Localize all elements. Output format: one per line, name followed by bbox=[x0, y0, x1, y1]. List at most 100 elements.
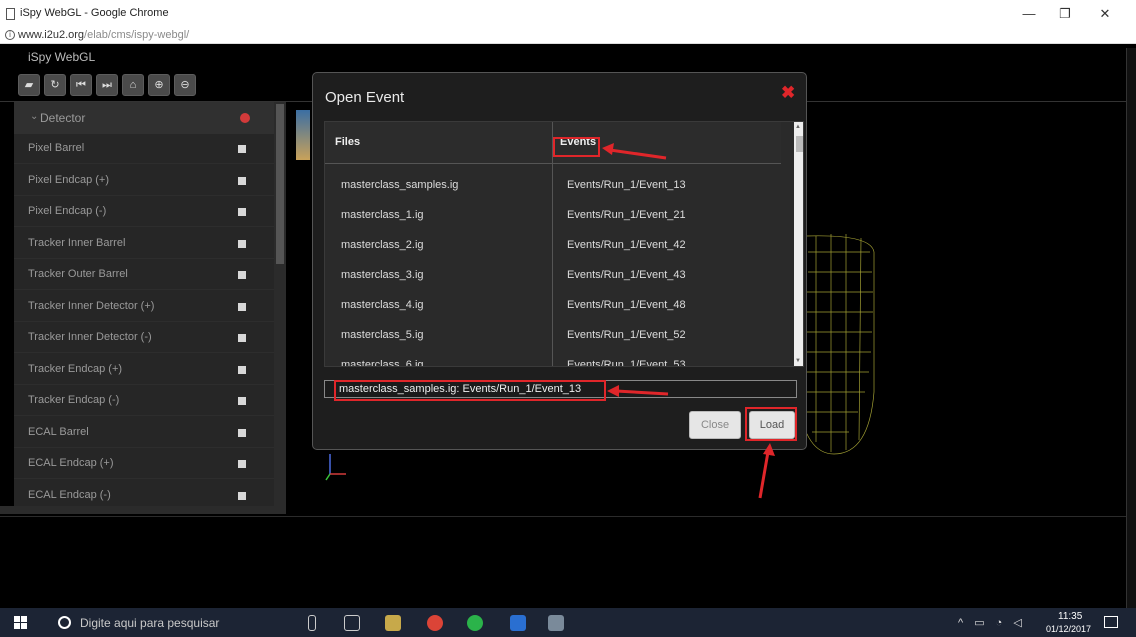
cortana-icon[interactable] bbox=[58, 616, 71, 629]
detector-section-header[interactable]: ⌄ Detector bbox=[14, 102, 274, 134]
detector-item[interactable]: Tracker Inner Detector (+) bbox=[14, 292, 274, 322]
url-text[interactable]: www.i2u2.org/elab/cms/ispy-webgl/ bbox=[18, 29, 189, 41]
detector-item[interactable]: Pixel Barrel bbox=[14, 134, 274, 164]
zoom-in-icon[interactable]: ⊕ bbox=[148, 74, 170, 96]
visibility-checkbox[interactable] bbox=[238, 239, 246, 248]
visibility-checkbox[interactable] bbox=[238, 208, 246, 216]
reload-icon[interactable]: ↻ bbox=[44, 74, 66, 96]
detector-item[interactable]: Tracker Endcap (+) bbox=[14, 355, 274, 385]
event-row-label: Events/Run_1/Event_48 bbox=[567, 299, 686, 311]
microphone-icon[interactable] bbox=[308, 615, 316, 631]
event-row[interactable]: Events/Run_1/Event_43 bbox=[553, 262, 781, 292]
visibility-checkbox[interactable] bbox=[238, 334, 246, 342]
url-path: /elab/cms/ispy-webgl/ bbox=[84, 29, 190, 41]
visibility-checkbox[interactable] bbox=[238, 176, 246, 185]
system-tray[interactable]: ^ ▭ ◔ ◁ bbox=[958, 616, 1026, 629]
visibility-checkbox[interactable] bbox=[238, 397, 246, 405]
visibility-checkbox[interactable] bbox=[238, 271, 246, 279]
detector-item-label: Pixel Endcap (-) bbox=[28, 205, 107, 217]
file-row[interactable]: masterclass_1.ig bbox=[325, 202, 553, 232]
sidebar-scrollbar[interactable] bbox=[274, 102, 286, 506]
file-row-label: masterclass_2.ig bbox=[341, 239, 424, 251]
event-row[interactable]: Events/Run_1/Event_42 bbox=[553, 232, 781, 262]
scroll-down-icon[interactable]: ▼ bbox=[795, 358, 801, 364]
task-view-icon[interactable] bbox=[344, 615, 360, 631]
visibility-checkbox[interactable] bbox=[238, 491, 246, 500]
first-event-icon[interactable]: ⏮ bbox=[70, 74, 92, 96]
file-row[interactable]: masterclass_2.ig bbox=[325, 232, 553, 262]
detector-item[interactable]: ECAL Endcap (-) bbox=[14, 481, 274, 507]
clock-time[interactable]: 11:35 bbox=[1058, 611, 1082, 622]
scroll-up-icon[interactable]: ▲ bbox=[795, 124, 801, 130]
chevron-down-icon: ⌄ bbox=[30, 111, 39, 122]
console-panel bbox=[0, 516, 1126, 608]
event-row[interactable]: Events/Run_1/Event_52 bbox=[553, 322, 781, 352]
detector-item[interactable]: Tracker Inner Detector (-) bbox=[14, 323, 274, 353]
detector-item[interactable]: Tracker Inner Barrel bbox=[14, 229, 274, 259]
load-button-highlight bbox=[745, 407, 797, 441]
files-list: masterclass_samples.ig masterclass_1.igma… bbox=[325, 164, 553, 366]
app-title: iSpy WebGL bbox=[28, 50, 96, 64]
detector-item-label: Pixel Barrel bbox=[28, 142, 85, 154]
word-icon[interactable] bbox=[510, 615, 526, 631]
notification-icon[interactable] bbox=[1104, 616, 1118, 628]
detector-item[interactable]: ECAL Endcap (+) bbox=[14, 449, 274, 479]
event-row[interactable]: Events/Run_1/Event_21 bbox=[553, 202, 781, 232]
table-scrollbar[interactable]: ▲ ▼ bbox=[794, 122, 803, 366]
detector-item-label: ECAL Endcap (+) bbox=[28, 457, 114, 469]
event-row-label: Events/Run_1/Event_21 bbox=[567, 209, 686, 221]
file-row[interactable]: masterclass_samples.ig bbox=[325, 172, 553, 202]
visibility-checkbox[interactable] bbox=[238, 460, 246, 468]
file-row[interactable]: masterclass_5.ig bbox=[325, 322, 553, 352]
axes-indicator bbox=[325, 454, 346, 481]
event-row[interactable]: Events/Run_1/Event_48 bbox=[553, 292, 781, 322]
file-row-label: masterclass_samples.ig bbox=[341, 179, 459, 191]
dialog-close-icon[interactable]: ✖ bbox=[781, 83, 795, 103]
event-row-label: Events/Run_1/Event_43 bbox=[567, 269, 686, 281]
file-row-label: masterclass_1.ig bbox=[341, 209, 424, 221]
detector-item[interactable]: Tracker Outer Barrel bbox=[14, 260, 274, 290]
detector-item-label: Tracker Outer Barrel bbox=[28, 268, 128, 280]
folder-icon[interactable]: ▰ bbox=[18, 74, 40, 96]
windows-start-icon[interactable] bbox=[14, 616, 28, 630]
visibility-checkbox[interactable] bbox=[238, 302, 246, 311]
detector-item[interactable]: ECAL Barrel bbox=[14, 418, 274, 448]
detector-item[interactable]: Pixel Endcap (-) bbox=[14, 197, 274, 227]
scroll-thumb[interactable] bbox=[276, 104, 284, 264]
visibility-checkbox[interactable] bbox=[238, 365, 246, 374]
visibility-checkbox[interactable] bbox=[238, 145, 246, 153]
sidebar-horizontal-scrollbar[interactable] bbox=[0, 506, 286, 514]
file-row[interactable]: masterclass_4.ig bbox=[325, 292, 553, 322]
file-explorer-icon[interactable] bbox=[385, 615, 401, 631]
dialog-title: Open Event bbox=[325, 89, 405, 106]
whatsapp-icon[interactable] bbox=[467, 615, 483, 631]
detector-item[interactable]: Pixel Endcap (+) bbox=[14, 166, 274, 196]
address-bar[interactable]: i www.i2u2.org/elab/cms/ispy-webgl/ bbox=[0, 28, 1136, 44]
app-header: iSpy WebGL bbox=[0, 44, 1136, 72]
event-row[interactable]: Events/Run_1/Event_53 bbox=[553, 352, 781, 366]
paint-icon[interactable] bbox=[548, 615, 564, 631]
close-window-button[interactable]: ✕ bbox=[1090, 4, 1120, 24]
file-row[interactable]: masterclass_3.ig bbox=[325, 262, 553, 292]
window-title: iSpy WebGL - Google Chrome bbox=[20, 7, 169, 19]
visibility-checkbox[interactable] bbox=[238, 428, 246, 437]
detector-item-label: ECAL Barrel bbox=[28, 425, 89, 438]
minimize-button[interactable]: — bbox=[1014, 4, 1044, 24]
event-row[interactable]: Events/Run_1/Event_13 bbox=[553, 172, 781, 202]
chrome-icon[interactable] bbox=[427, 615, 443, 631]
close-button[interactable]: Close bbox=[689, 411, 741, 439]
windows-taskbar: Digite aqui para pesquisar ^ ▭ ◔ ◁ 11:35… bbox=[0, 608, 1136, 637]
last-event-icon[interactable]: ⏭ bbox=[96, 74, 118, 96]
taskbar-search[interactable]: Digite aqui para pesquisar bbox=[80, 616, 219, 630]
home-icon[interactable]: ⌂ bbox=[122, 74, 144, 96]
file-row[interactable]: masterclass_6.ig bbox=[325, 352, 553, 366]
info-icon[interactable]: i bbox=[5, 30, 15, 40]
remove-section-icon[interactable] bbox=[240, 113, 250, 123]
detector-item[interactable]: Tracker Endcap (-) bbox=[14, 386, 274, 416]
restore-button[interactable]: ❐ bbox=[1050, 4, 1080, 24]
page-scrollbar[interactable] bbox=[1126, 48, 1136, 608]
clock-date[interactable]: 01/12/2017 bbox=[1046, 624, 1091, 634]
zoom-out-icon[interactable]: ⊖ bbox=[174, 74, 196, 96]
file-event-table: Files Events masterclass_samples.ig maste… bbox=[324, 121, 804, 367]
scroll-thumb[interactable] bbox=[796, 136, 803, 152]
